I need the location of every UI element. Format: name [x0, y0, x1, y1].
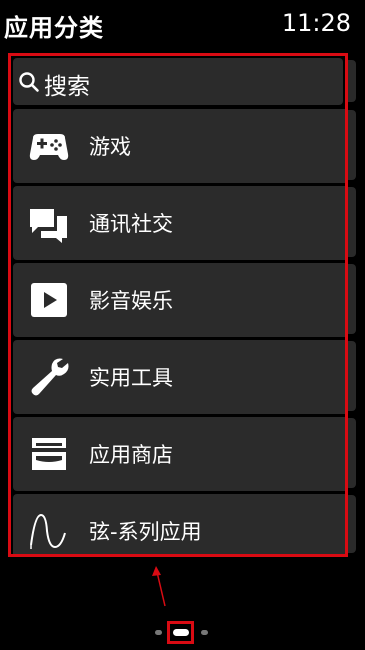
annotation-arrow: [152, 566, 166, 607]
page-dot[interactable]: [155, 630, 162, 635]
page-dot[interactable]: [201, 630, 208, 635]
page-dot-active[interactable]: [173, 629, 189, 636]
